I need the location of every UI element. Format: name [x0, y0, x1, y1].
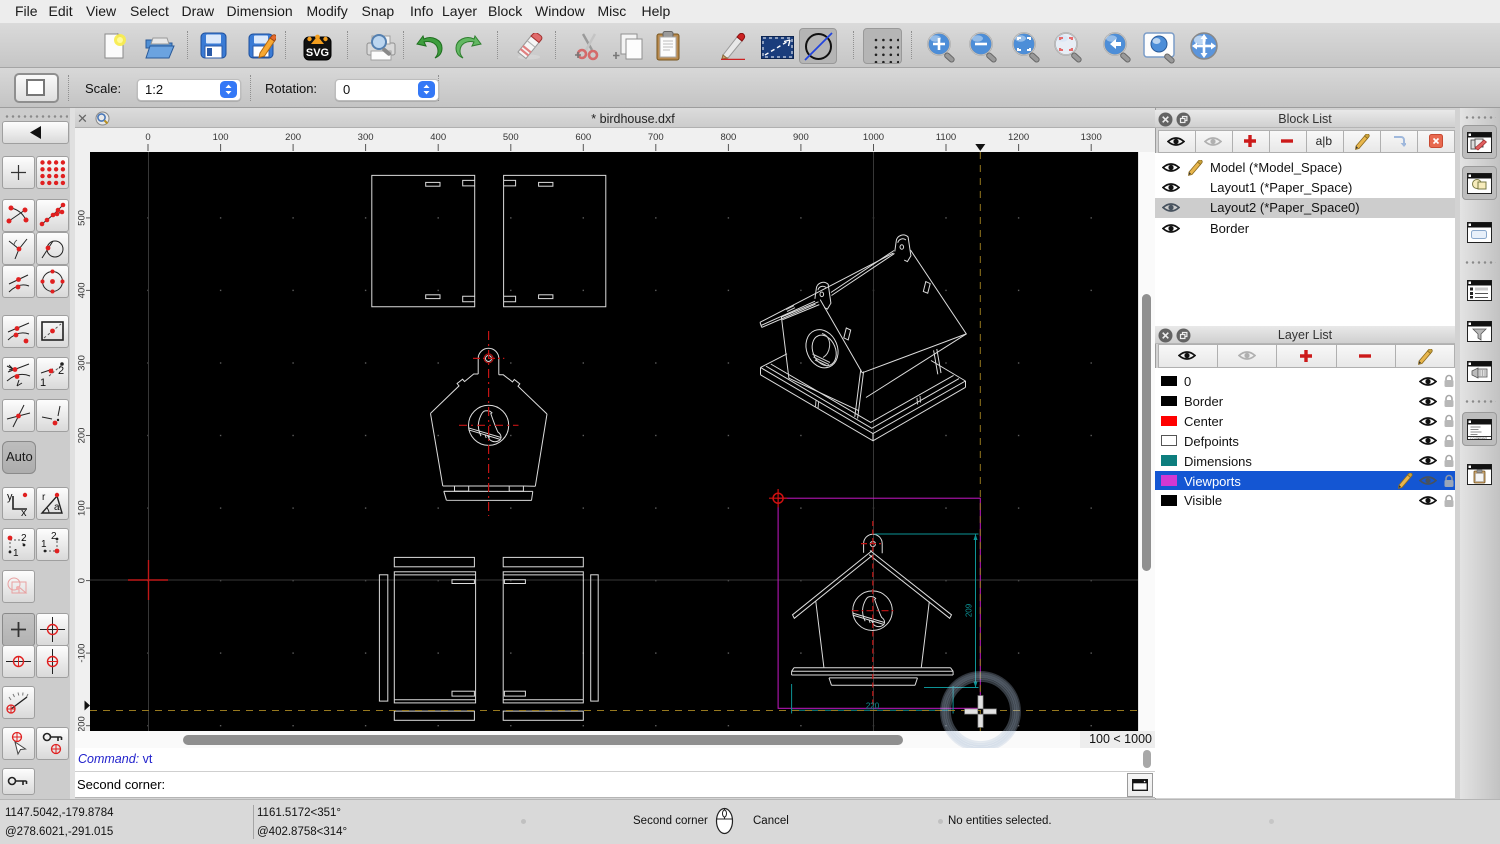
svg-text:-100: -100	[77, 644, 88, 663]
svg-text:200: 200	[285, 132, 301, 143]
svg-text:0: 0	[145, 132, 150, 143]
svg-text:800: 800	[720, 132, 736, 143]
svg-text:-200: -200	[77, 716, 88, 731]
svg-text:1100: 1100	[936, 132, 956, 143]
svg-text:200: 200	[77, 428, 88, 444]
svg-text:209: 209	[965, 603, 974, 617]
svg-text:700: 700	[648, 132, 664, 143]
svg-text:1: 1	[13, 548, 19, 558]
svg-text:220: 220	[866, 702, 880, 711]
svg-text:2: 2	[51, 531, 57, 542]
svg-text:0: 0	[77, 578, 88, 583]
svg-text:500: 500	[503, 132, 519, 143]
svg-text:300: 300	[77, 355, 88, 371]
svg-text:y: y	[7, 491, 13, 503]
svg-text:100: 100	[213, 132, 229, 143]
svg-text:400: 400	[430, 132, 446, 143]
svg-text:x: x	[21, 507, 27, 517]
svg-text:1: 1	[40, 377, 46, 387]
svg-text:c command: c command	[1470, 437, 1487, 441]
svg-text:1: 1	[41, 539, 47, 550]
svg-text:300: 300	[358, 132, 374, 143]
svg-text:100: 100	[77, 500, 88, 516]
svg-text:600: 600	[575, 132, 591, 143]
svg-text:1300: 1300	[1081, 132, 1102, 143]
svg-text:a: a	[54, 502, 60, 513]
svg-text:SVG: SVG	[306, 47, 329, 59]
svg-text:1000: 1000	[863, 132, 884, 143]
svg-text:2: 2	[21, 533, 27, 544]
svg-text:400: 400	[77, 282, 88, 298]
svg-text:r: r	[42, 492, 46, 503]
svg-text:500: 500	[77, 210, 88, 226]
svg-text:1200: 1200	[1008, 132, 1029, 143]
svg-text:2: 2	[58, 365, 64, 377]
svg-text:900: 900	[793, 132, 809, 143]
